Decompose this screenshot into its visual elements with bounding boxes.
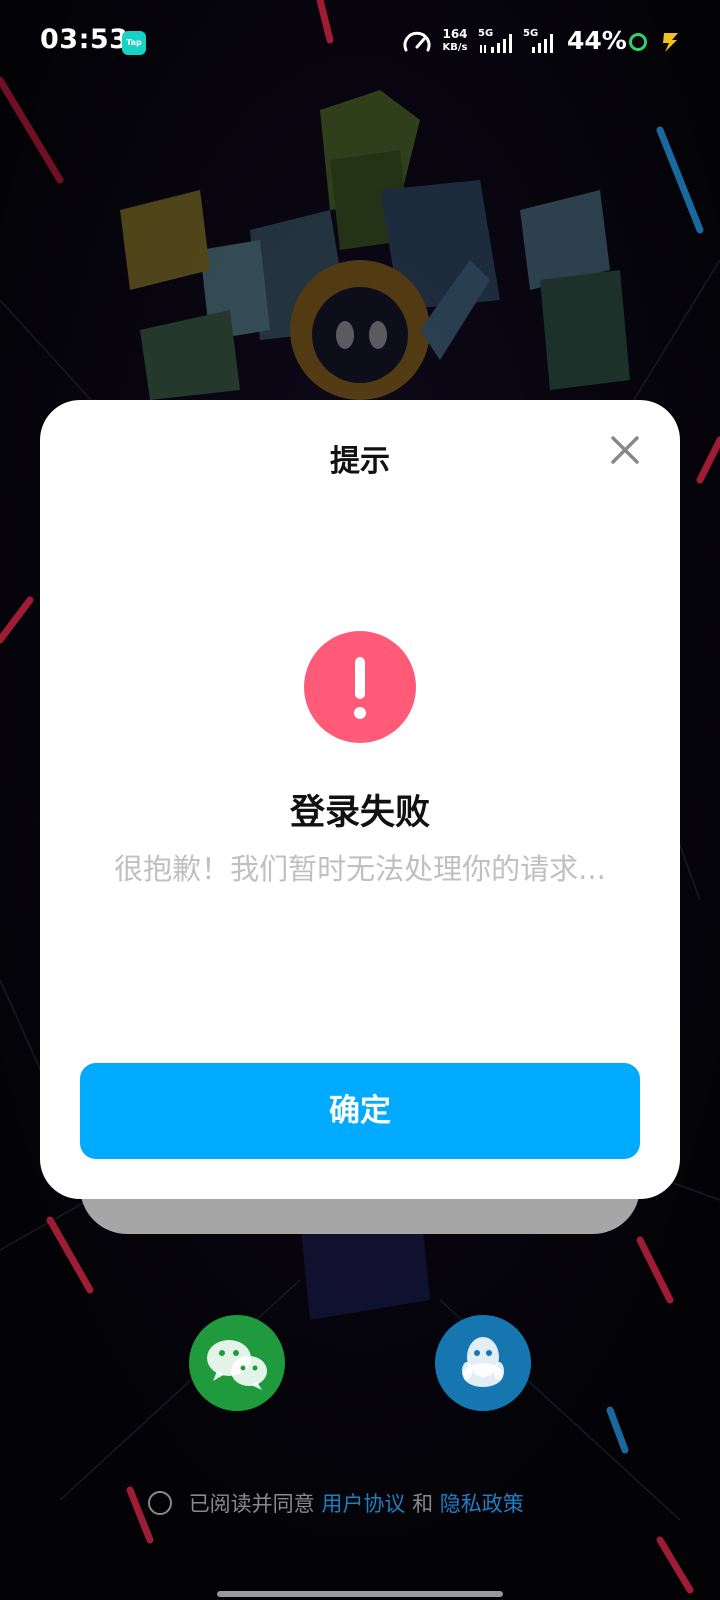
agreement-and: 和 <box>412 1492 434 1516</box>
speedometer-icon <box>403 31 431 52</box>
network-speed-unit: KB/s <box>442 42 468 53</box>
dialog-message: 很抱歉！我们暂时无法处理你的请求... <box>114 852 606 886</box>
qq-login-button[interactable] <box>435 1315 531 1411</box>
agreement-prefix: 已阅读并同意 <box>188 1492 315 1516</box>
privacy-policy-link[interactable]: 隐私政策 <box>440 1492 524 1516</box>
taptap-app-icon: Tap <box>122 31 146 55</box>
home-indicator[interactable] <box>217 1591 503 1597</box>
exclamation-bar <box>355 657 365 699</box>
network-speed: 164 KB/s <box>437 28 473 54</box>
dialog-heading: 登录失败 <box>289 793 430 833</box>
qq-icon <box>462 1337 504 1387</box>
wechat-login-button[interactable] <box>189 1315 285 1411</box>
dialog-title: 提示 <box>330 444 390 479</box>
user-agreement-link[interactable]: 用户协议 <box>321 1492 405 1516</box>
status-time: 03:53 <box>40 24 129 55</box>
login-failed-dialog: 提示 登录失败 很抱歉！我们暂时无法处理你的请求... 确定 <box>40 400 680 1199</box>
battery-ring-icon <box>629 33 647 51</box>
close-icon[interactable] <box>605 430 645 470</box>
signal-sim1-icon: 5G <box>478 28 516 56</box>
network-speed-value: 164 <box>442 27 468 41</box>
exclamation-icon <box>304 631 416 743</box>
battery-percent: 44% <box>567 26 627 55</box>
signal-sim2-icon: 5G <box>523 28 561 56</box>
agreement-checkbox[interactable] <box>148 1491 172 1515</box>
confirm-button[interactable]: 确定 <box>80 1063 640 1159</box>
agreement-row: 已阅读并同意 用户协议 和 隐私政策 <box>148 1488 524 1524</box>
status-bar: 03:53 Tap 164 KB/s 5G 5G 44% <box>0 0 720 84</box>
exclamation-dot <box>354 707 366 719</box>
wechat-icon <box>207 1340 267 1390</box>
charging-bolt-icon <box>663 33 678 52</box>
